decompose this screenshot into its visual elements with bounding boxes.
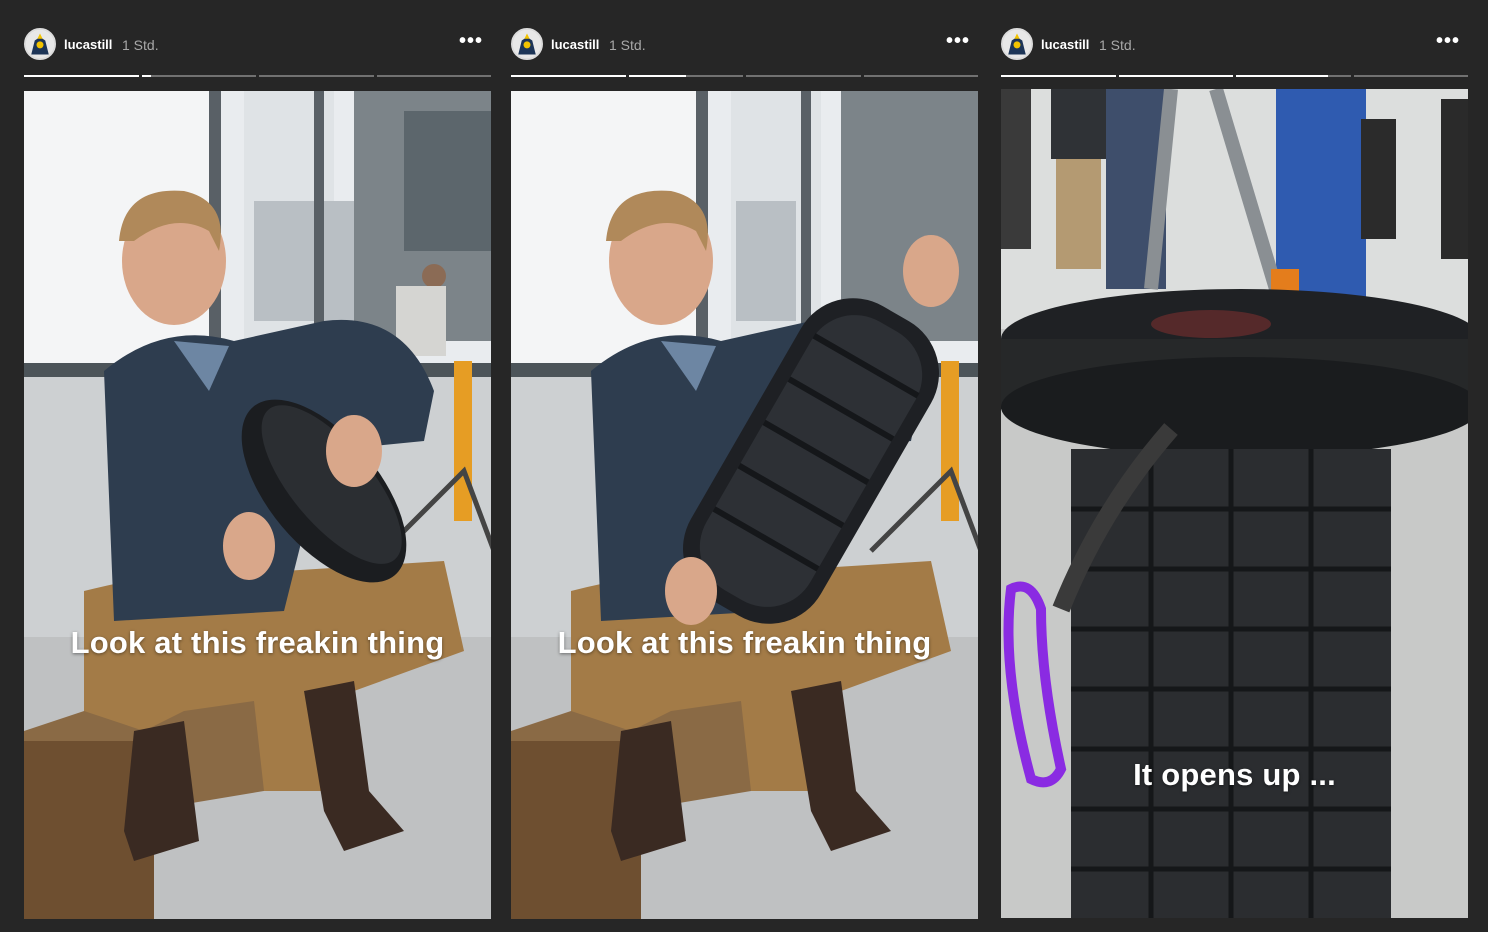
story-header: lucastill 1 Std. ••• [1001,28,1468,60]
progress-segment [863,75,978,77]
progress-fill [511,75,626,77]
progress-fill [1236,75,1328,77]
progress-fill [628,75,686,77]
story-caption: Look at this freakin thing [70,625,445,660]
progress-fill [141,75,151,77]
story-media[interactable]: Look at this freakin thing [24,91,491,919]
story-card-1[interactable]: lucastill 1 Std. ••• Look at this freaki… [24,0,491,932]
avatar[interactable] [24,28,56,60]
progress-segment [24,75,139,77]
more-horizontal-icon[interactable]: ••• [459,31,483,54]
story-card-3[interactable]: lucastill 1 Std. ••• It opens up ... [1001,0,1468,932]
story-progress-bar [1001,75,1468,78]
story-header: lucastill 1 Std. ••• [511,28,978,60]
username[interactable]: lucastill [64,37,112,52]
post-time: 1 Std. [122,37,159,53]
post-time: 1 Std. [609,37,646,53]
story-header: lucastill 1 Std. ••• [24,28,491,60]
more-horizontal-icon[interactable]: ••• [1436,31,1460,54]
progress-segment [376,75,491,77]
progress-segment [511,75,626,77]
story-photo-opened-stool [1001,89,1468,918]
progress-segment [1353,75,1468,77]
story-photo-man-expanding-stool [511,91,978,919]
username[interactable]: lucastill [551,37,599,52]
progress-segment [1001,75,1116,77]
progress-segment [1118,75,1233,77]
story-media[interactable]: It opens up ... [1001,89,1468,918]
progress-fill [1001,75,1116,77]
progress-fill [24,75,139,77]
post-time: 1 Std. [1099,37,1136,53]
progress-segment [259,75,374,77]
avatar[interactable] [511,28,543,60]
username[interactable]: lucastill [1041,37,1089,52]
more-horizontal-icon[interactable]: ••• [946,31,970,54]
story-caption: It opens up ... [1133,757,1336,792]
avatar-image-icon [1003,30,1031,58]
progress-segment [141,75,256,77]
story-progress-bar [24,75,491,78]
story-media[interactable]: Look at this freakin thing [511,91,978,919]
story-card-2[interactable]: lucastill 1 Std. ••• Look at this freaki… [511,0,978,932]
progress-segment [1236,75,1351,77]
progress-segment [746,75,861,77]
story-photo-man-with-stool [24,91,491,919]
story-caption: Look at this freakin thing [557,625,932,660]
avatar[interactable] [1001,28,1033,60]
story-progress-bar [511,75,978,78]
progress-fill [1118,75,1233,77]
avatar-image-icon [26,30,54,58]
progress-segment [628,75,743,77]
avatar-image-icon [513,30,541,58]
